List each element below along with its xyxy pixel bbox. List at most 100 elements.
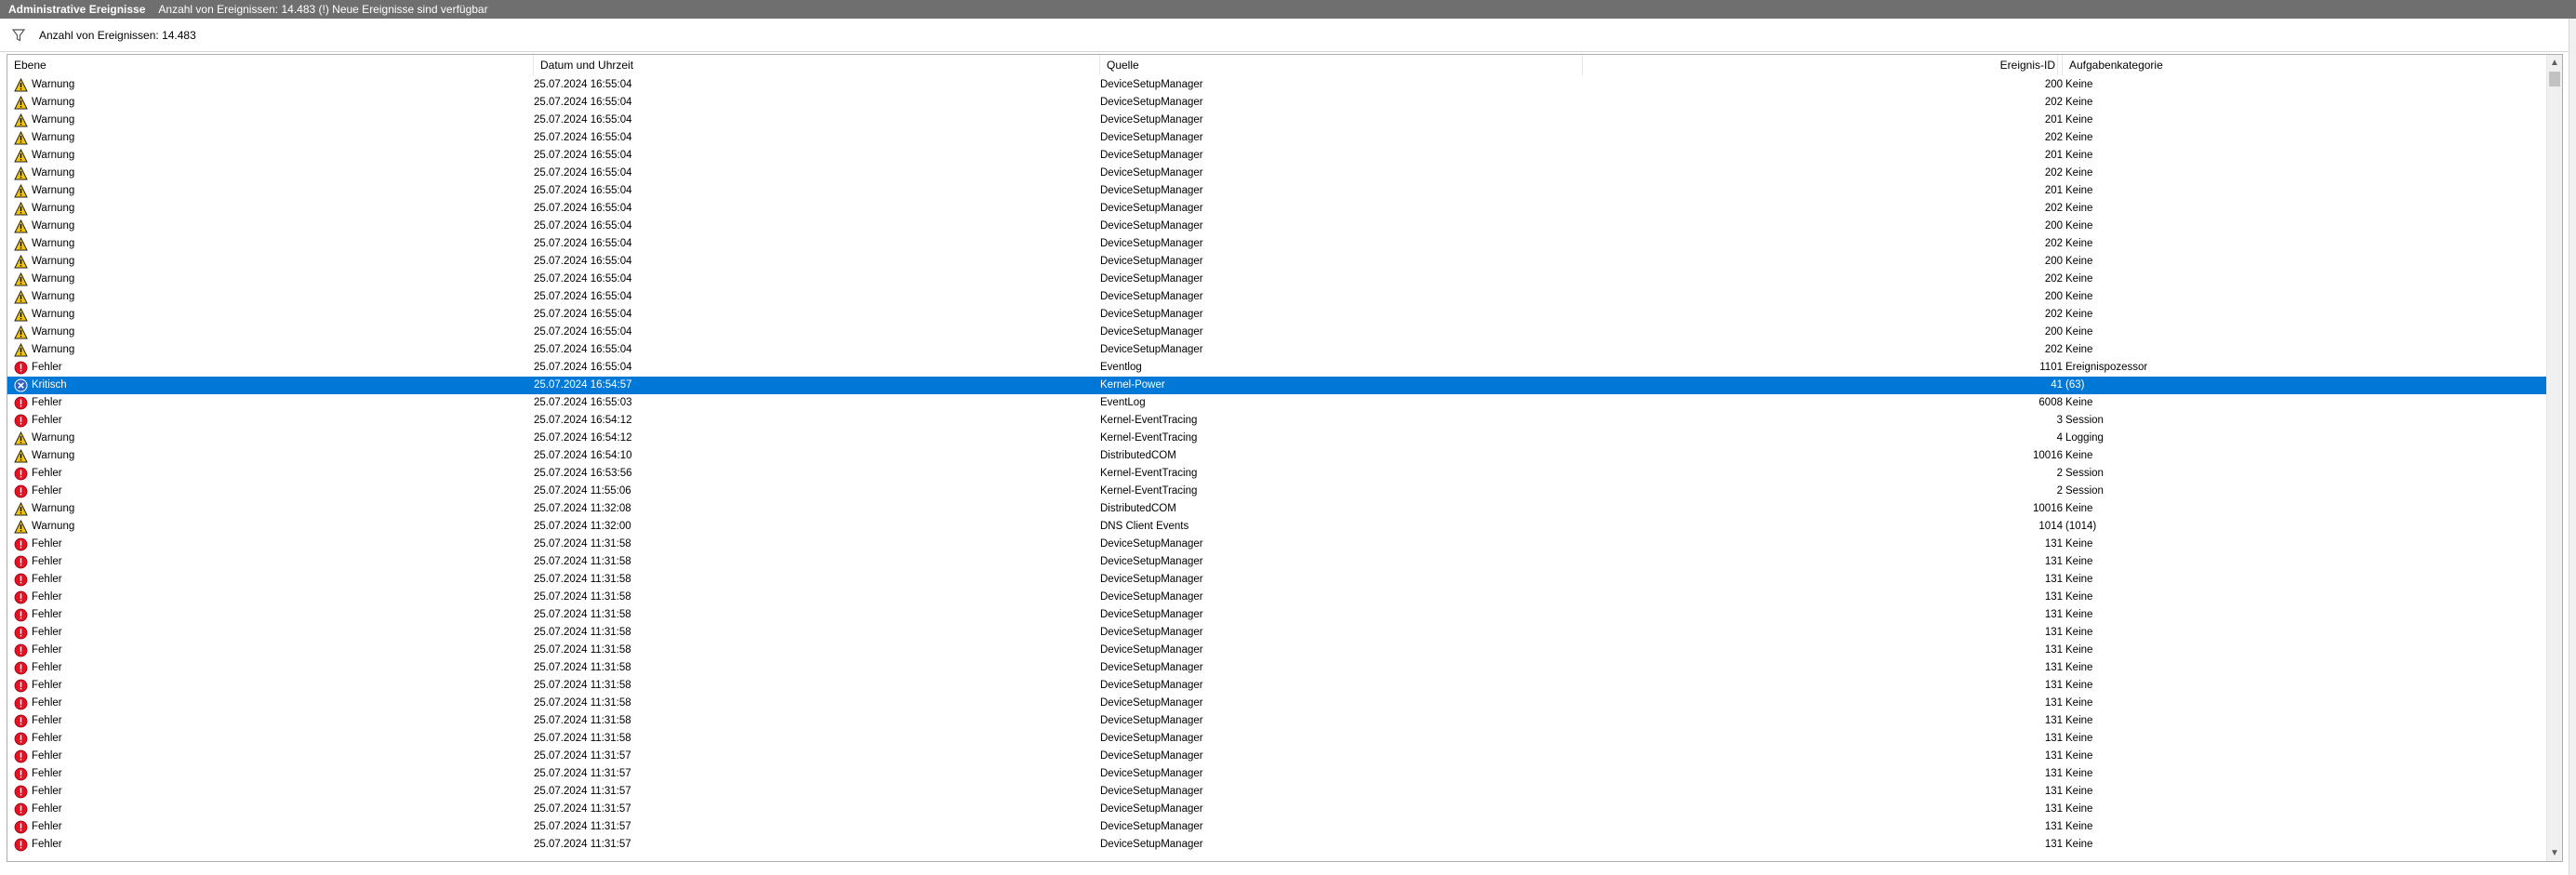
cell-date: 25.07.2024 11:31:58 (534, 662, 631, 673)
cell-task-category: Logging (2065, 432, 2104, 444)
table-row[interactable]: Warnung 25.07.2024 11:32:08 DistributedCOM… (7, 500, 2546, 518)
column-header-event-id[interactable]: Ereignis-ID (1765, 55, 2063, 75)
table-row[interactable]: Fehler 25.07.2024 16:55:04 Eventlog 1101 Ere… (7, 359, 2546, 377)
scroll-thumb[interactable] (2549, 72, 2560, 86)
error-icon (14, 361, 28, 375)
table-row[interactable]: Warnung 25.07.2024 16:55:04 DeviceSetupMan… (7, 324, 2546, 341)
table-row[interactable]: Warnung 25.07.2024 16:55:04 DeviceSetupMan… (7, 341, 2546, 359)
cell-event-id: 200 (2044, 79, 2063, 90)
right-pane-edge (2569, 19, 2576, 875)
table-row[interactable]: Fehler 25.07.2024 11:31:57 DeviceSetupMana… (7, 801, 2546, 818)
table-row[interactable]: Warnung 25.07.2024 16:54:10 DistributedCOM… (7, 447, 2546, 465)
cell-task-category: Ereignispozessor (2065, 362, 2148, 373)
table-row[interactable]: Fehler 25.07.2024 11:31:58 DeviceSetupMana… (7, 695, 2546, 712)
warning-icon (14, 236, 28, 251)
table-row[interactable]: Fehler 25.07.2024 11:31:58 DeviceSetupMana… (7, 659, 2546, 677)
cell-level: Fehler (32, 362, 62, 373)
table-row[interactable]: Warnung 25.07.2024 16:55:04 DeviceSetupMan… (7, 182, 2546, 200)
table-row[interactable]: Warnung 25.07.2024 16:55:04 DeviceSetupMan… (7, 218, 2546, 235)
cell-event-id: 131 (2044, 786, 2063, 797)
table-row[interactable]: Kritisch 25.07.2024 16:54:57 Kernel-Power 4… (7, 377, 2546, 394)
table-row[interactable]: Fehler 25.07.2024 11:31:57 DeviceSetupMana… (7, 818, 2546, 836)
table-row[interactable]: Warnung 25.07.2024 16:55:04 DeviceSetupMan… (7, 271, 2546, 288)
column-header-date[interactable]: Datum und Uhrzeit (534, 55, 1100, 75)
table-row[interactable]: Fehler 25.07.2024 11:31:58 DeviceSetupMana… (7, 712, 2546, 730)
table-row[interactable]: Warnung 25.07.2024 16:55:04 DeviceSetupMan… (7, 129, 2546, 147)
cell-date: 25.07.2024 11:31:58 (534, 556, 631, 567)
cell-event-id: 131 (2044, 627, 2063, 638)
vertical-scrollbar[interactable]: ▲ ▼ (2546, 55, 2562, 861)
cell-task-category: Keine (2065, 397, 2093, 408)
table-row[interactable]: Warnung 25.07.2024 16:55:04 DeviceSetupMan… (7, 306, 2546, 324)
table-row[interactable]: Fehler 25.07.2024 16:53:56 Kernel-EventTra… (7, 465, 2546, 483)
scroll-down-icon[interactable]: ▼ (2547, 845, 2562, 861)
cell-event-id: 201 (2044, 185, 2063, 196)
cell-date: 25.07.2024 16:54:12 (534, 415, 632, 426)
table-row[interactable]: Warnung 25.07.2024 16:55:04 DeviceSetupMan… (7, 112, 2546, 129)
cell-event-id: 131 (2044, 697, 2063, 709)
column-header-task-category[interactable]: Aufgabenkategorie (2063, 55, 2546, 75)
cell-event-id: 201 (2044, 114, 2063, 126)
table-row[interactable]: Fehler 25.07.2024 11:31:58 DeviceSetupMana… (7, 553, 2546, 571)
table-row[interactable]: Warnung 25.07.2024 16:55:04 DeviceSetupMan… (7, 76, 2546, 94)
table-row[interactable]: Fehler 25.07.2024 11:31:57 DeviceSetupMana… (7, 765, 2546, 783)
cell-task-category: Keine (2065, 821, 2093, 832)
warning-icon (14, 431, 28, 445)
cell-task-category: Keine (2065, 609, 2093, 620)
cell-date: 25.07.2024 11:31:58 (534, 627, 631, 638)
cell-event-id: 201 (2044, 150, 2063, 161)
cell-event-id: 202 (2044, 273, 2063, 285)
cell-task-category: Keine (2065, 715, 2093, 726)
cell-event-id: 202 (2044, 203, 2063, 214)
cell-task-category: Keine (2065, 79, 2093, 90)
cell-level: Warnung (32, 220, 75, 232)
table-row[interactable]: Fehler 25.07.2024 11:31:58 DeviceSetupMana… (7, 589, 2546, 606)
table-row[interactable]: Fehler 25.07.2024 11:55:06 Kernel-EventTra… (7, 483, 2546, 500)
table-row[interactable]: Fehler 25.07.2024 11:31:58 DeviceSetupMana… (7, 536, 2546, 553)
cell-date: 25.07.2024 16:55:04 (534, 114, 632, 126)
table-row[interactable]: Warnung 25.07.2024 16:55:04 DeviceSetupMan… (7, 288, 2546, 306)
table-row[interactable]: Fehler 25.07.2024 11:31:58 DeviceSetupMana… (7, 677, 2546, 695)
table-row[interactable]: Fehler 25.07.2024 11:31:58 DeviceSetupMana… (7, 606, 2546, 624)
table-row[interactable]: Warnung 25.07.2024 16:55:04 DeviceSetupMan… (7, 94, 2546, 112)
events-table[interactable]: Ebene Datum und Uhrzeit Quelle Ereignis-… (7, 54, 2563, 862)
cell-date: 25.07.2024 16:55:04 (534, 132, 632, 143)
column-header-source[interactable]: Quelle (1100, 55, 1583, 75)
table-row[interactable]: Warnung 25.07.2024 16:55:04 DeviceSetupMan… (7, 147, 2546, 165)
table-row[interactable]: Warnung 25.07.2024 16:54:12 Kernel-EventTr… (7, 430, 2546, 447)
warning-icon (14, 448, 28, 463)
title-bar: Administrative Ereignisse Anzahl von Erei… (0, 0, 2576, 19)
cell-event-id: 131 (2044, 680, 2063, 691)
cell-level: Fehler (32, 591, 62, 603)
table-row[interactable]: Warnung 25.07.2024 16:55:04 DeviceSetupMan… (7, 165, 2546, 182)
cell-date: 25.07.2024 16:55:04 (534, 238, 632, 249)
new-events-info[interactable]: Anzahl von Ereignissen: 14.483 (!) Neue … (158, 3, 487, 16)
table-row[interactable]: Warnung 25.07.2024 16:55:04 DeviceSetupMan… (7, 253, 2546, 271)
table-row[interactable]: Warnung 25.07.2024 16:55:04 DeviceSetupMan… (7, 200, 2546, 218)
column-header-level[interactable]: Ebene (7, 55, 534, 75)
cell-date: 25.07.2024 11:31:57 (534, 768, 631, 779)
cell-event-id: 6008 (2038, 397, 2063, 408)
cell-level: Fehler (32, 768, 62, 779)
table-row[interactable]: Fehler 25.07.2024 11:31:58 DeviceSetupMana… (7, 642, 2546, 659)
table-row[interactable]: Fehler 25.07.2024 11:31:58 DeviceSetupMana… (7, 571, 2546, 589)
table-row[interactable]: Fehler 25.07.2024 11:31:57 DeviceSetupMana… (7, 836, 2546, 854)
table-row[interactable]: Warnung 25.07.2024 11:32:00 DNS Client Eve… (7, 518, 2546, 536)
warning-icon (14, 272, 28, 286)
table-row[interactable]: Fehler 25.07.2024 11:31:58 DeviceSetupMana… (7, 730, 2546, 748)
cell-level: Warnung (32, 167, 75, 179)
table-row[interactable]: Fehler 25.07.2024 16:55:03 EventLog 6008 Kei… (7, 394, 2546, 412)
cell-event-id: 131 (2044, 644, 2063, 656)
cell-level: Warnung (32, 344, 75, 355)
error-icon (14, 838, 28, 852)
table-row[interactable]: Fehler 25.07.2024 11:31:57 DeviceSetupMana… (7, 748, 2546, 765)
table-row[interactable]: Fehler 25.07.2024 11:31:58 DeviceSetupMana… (7, 624, 2546, 642)
scroll-up-icon[interactable]: ▲ (2547, 55, 2562, 71)
table-row[interactable]: Warnung 25.07.2024 16:55:04 DeviceSetupMan… (7, 235, 2546, 253)
table-row[interactable]: Fehler 25.07.2024 16:54:12 Kernel-EventTra… (7, 412, 2546, 430)
error-icon (14, 820, 28, 834)
table-row[interactable]: Fehler 25.07.2024 11:31:57 DeviceSetupMana… (7, 783, 2546, 801)
error-icon (14, 590, 28, 604)
filter-icon[interactable] (11, 28, 26, 43)
cell-level: Fehler (32, 468, 62, 479)
